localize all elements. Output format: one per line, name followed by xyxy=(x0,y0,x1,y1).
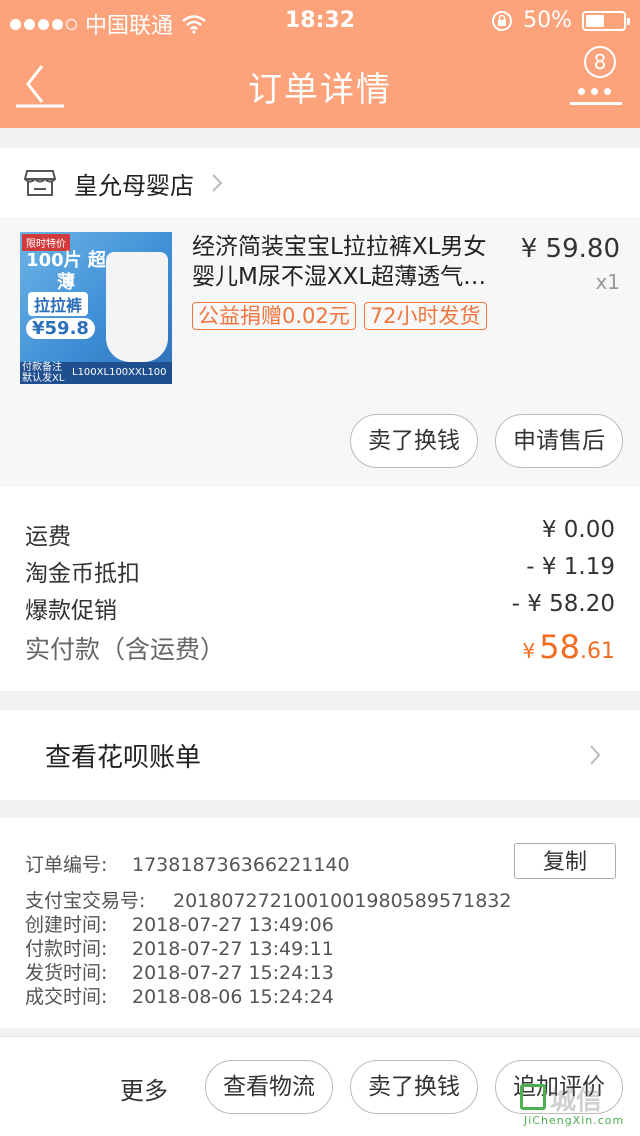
thumb-price: ¥59.8 xyxy=(26,318,95,339)
product-tags: 公益捐赠0.02元 72小时发货 xyxy=(192,302,508,332)
more-menu-button[interactable]: 8 xyxy=(570,46,622,110)
shipped-row: 发货时间: 2018-07-27 15:24:13 xyxy=(25,958,334,985)
created-label: 创建时间: xyxy=(25,914,108,936)
thumb-headline: 100片 超薄 xyxy=(26,250,106,293)
promo-label: 爆款促销 xyxy=(25,598,117,624)
page-title: 订单详情 xyxy=(248,70,392,110)
closed-row: 成交时间: 2018-08-06 15:24:24 xyxy=(25,982,334,1009)
thumb-pill: 拉拉裤 xyxy=(28,292,89,316)
more-underline xyxy=(570,102,622,105)
total-currency: ¥ xyxy=(522,639,536,663)
huabei-bill-row[interactable]: 查看花呗账单 xyxy=(0,710,640,800)
charity-tag: 公益捐赠0.02元 xyxy=(192,302,356,330)
shipping-value: ¥ 0.00 xyxy=(541,517,615,543)
thumb-sizes: L100XL100XXL100 xyxy=(72,367,167,378)
product-price: ¥ 59.80 xyxy=(520,234,620,264)
created-time: 2018-07-27 13:49:06 xyxy=(132,914,334,936)
shipping-label: 运费 xyxy=(25,524,71,550)
product-thumbnail[interactable]: 限时特价 100片 超薄 拉拉裤 ¥59.8 付款备注 默认发XL L100XL… xyxy=(20,232,172,384)
rotation-lock-icon xyxy=(492,10,513,31)
fee-summary: 运费 ¥ 0.00 淘金币抵扣 - ¥ 1.19 爆款促销 - ¥ 58.20 … xyxy=(0,486,640,691)
alipay-label: 支付宝交易号: xyxy=(25,890,146,912)
sell-button-bottom[interactable]: 卖了换钱 xyxy=(350,1060,478,1114)
product-title[interactable]: 经济简装宝宝L拉拉裤XL男女婴儿M尿不湿XXL超薄透气… xyxy=(192,232,508,292)
notification-badge: 8 xyxy=(584,46,616,78)
battery-percent: 50% xyxy=(523,8,572,33)
thumb-foot-note: 付款备注 默认发XL xyxy=(22,362,65,384)
more-actions-link[interactable]: 更多 xyxy=(120,1071,168,1106)
alipay-row: 支付宝交易号: 2018072721001001980589571832 xyxy=(25,886,511,913)
huabei-label: 查看花呗账单 xyxy=(45,743,202,773)
watermark-text: 城信 xyxy=(550,1086,603,1116)
paid-label: 付款时间: xyxy=(25,938,108,960)
shop-name: 皇允母婴店 xyxy=(74,171,194,200)
status-right: 50% xyxy=(491,8,630,33)
created-row: 创建时间: 2018-07-27 13:49:06 xyxy=(25,910,334,937)
sell-button[interactable]: 卖了换钱 xyxy=(350,414,478,468)
thumb-badge: 限时特价 xyxy=(22,234,70,251)
product-quantity: x1 xyxy=(595,270,620,294)
chevron-right-icon xyxy=(212,174,223,192)
order-number: 173818736366221140 xyxy=(132,854,350,876)
closed-time: 2018-08-06 15:24:24 xyxy=(132,986,334,1008)
shipping-row: 运费 ¥ 0.00 xyxy=(25,517,615,551)
paid-row: 付款时间: 2018-07-27 13:49:11 xyxy=(25,934,334,961)
store-icon xyxy=(24,170,56,196)
watermark-url: JiChengXin.com xyxy=(524,1114,625,1127)
copy-button[interactable]: 复制 xyxy=(514,843,616,879)
alipay-number: 2018072721001001980589571832 xyxy=(173,890,512,912)
coin-label: 淘金币抵扣 xyxy=(25,561,140,587)
shipped-time: 2018-07-27 15:24:13 xyxy=(132,962,334,984)
product-item[interactable]: 限时特价 100片 超薄 拉拉裤 ¥59.8 付款备注 默认发XL L100XL… xyxy=(0,220,640,484)
order-number-row: 订单编号: 173818736366221140 xyxy=(25,850,350,877)
watermark-logo: 城信 JiChengXin.com xyxy=(520,1080,632,1130)
promo-row: 爆款促销 - ¥ 58.20 xyxy=(25,591,615,625)
thumb-footer: 付款备注 默认发XL L100XL100XXL100 xyxy=(20,362,172,384)
more-icon xyxy=(578,88,611,95)
diaper-image xyxy=(106,252,168,362)
shipping-tag: 72小时发货 xyxy=(363,302,487,330)
shop-row[interactable]: 皇允母婴店 xyxy=(0,148,640,218)
total-decimal: .61 xyxy=(580,639,615,664)
closed-label: 成交时间: xyxy=(25,986,108,1008)
coin-row: 淘金币抵扣 - ¥ 1.19 xyxy=(25,554,615,588)
after-sale-button[interactable]: 申请售后 xyxy=(495,414,623,468)
navigation-bar: 订单详情 8 xyxy=(0,40,640,128)
coin-value: - ¥ 1.19 xyxy=(526,554,615,580)
order-info: 订单编号: 173818736366221140 复制 支付宝交易号: 201807… xyxy=(0,818,640,1028)
total-row: 实付款（含运费） ¥58.61 xyxy=(25,628,615,666)
total-integer: 58 xyxy=(539,628,580,666)
status-bar: 中国联通 18:32 50% xyxy=(0,0,640,40)
chevron-right-icon xyxy=(590,745,601,765)
promo-value: - ¥ 58.20 xyxy=(511,591,615,617)
shipped-label: 发货时间: xyxy=(25,962,108,984)
battery-icon xyxy=(582,10,630,31)
total-amount: ¥58.61 xyxy=(523,628,615,666)
order-number-label: 订单编号: xyxy=(25,854,108,876)
view-logistics-button[interactable]: 查看物流 xyxy=(205,1060,333,1114)
watermark-icon xyxy=(520,1084,546,1110)
paid-time: 2018-07-27 13:49:11 xyxy=(132,938,334,960)
total-label: 实付款（含运费） xyxy=(25,635,226,664)
